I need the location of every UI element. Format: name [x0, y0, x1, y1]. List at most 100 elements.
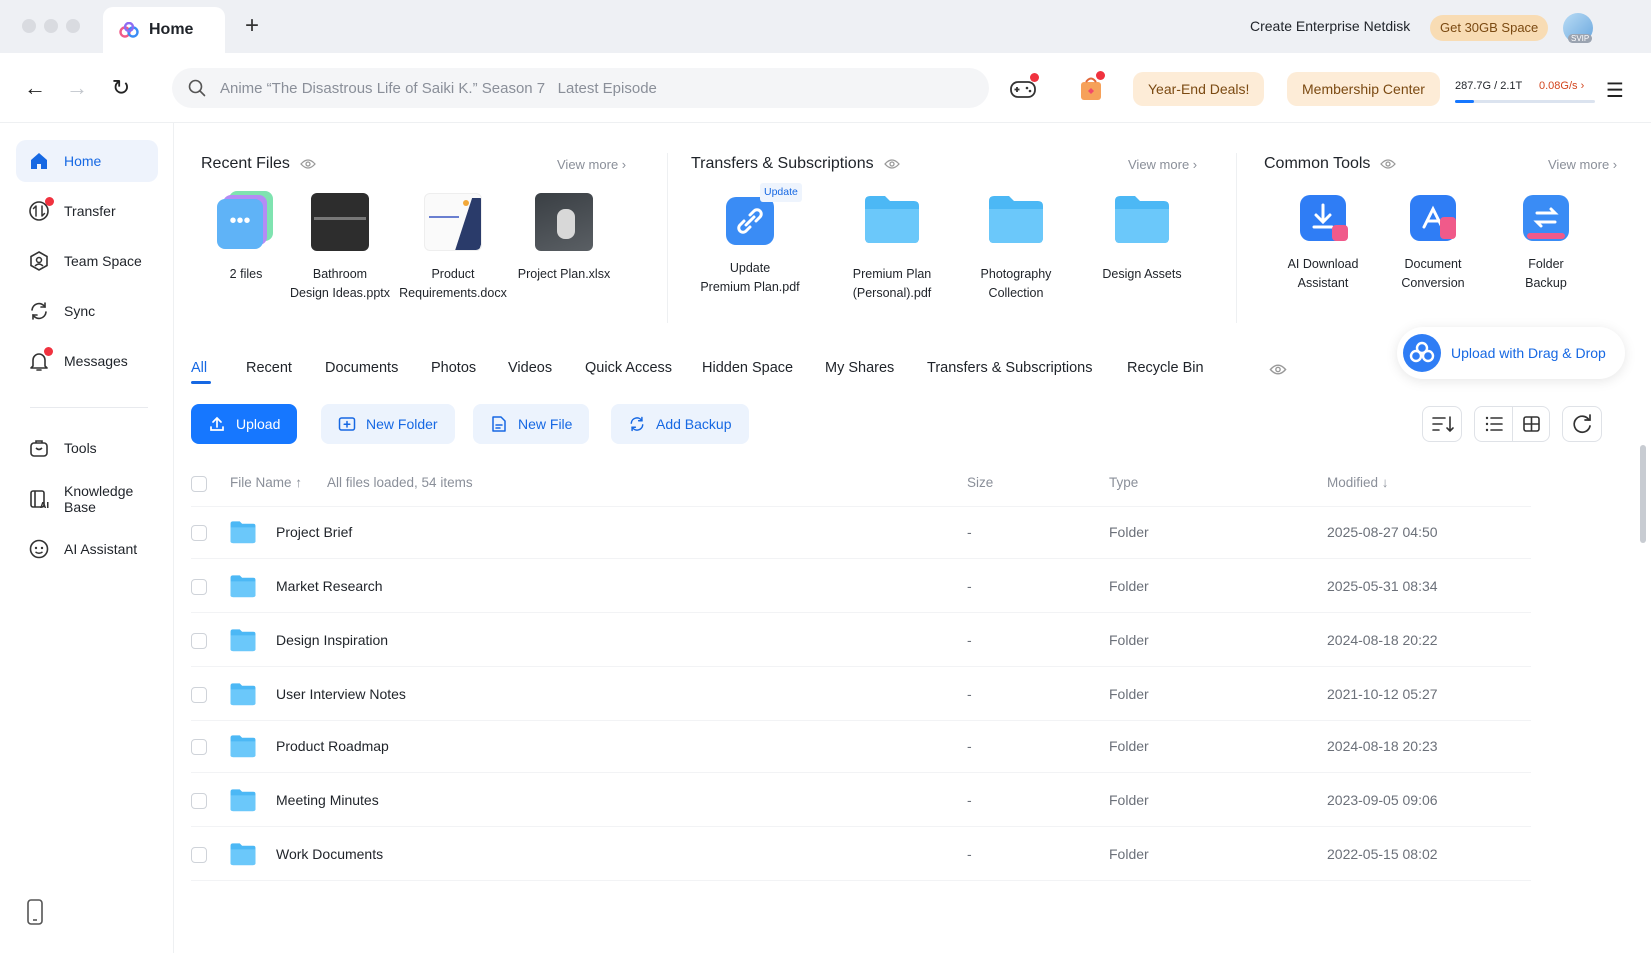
table-row[interactable]: Project Brief - Folder 2025-08-27 04:50: [191, 507, 1531, 559]
load-status: All files loaded, 54 items: [327, 475, 473, 490]
upload-button[interactable]: Upload: [191, 404, 298, 444]
tab-all[interactable]: All: [191, 360, 207, 376]
tab-quick-access[interactable]: Quick Access: [585, 360, 672, 376]
tab-my-shares[interactable]: My Shares: [825, 360, 894, 376]
file-name[interactable]: Project Brief: [276, 524, 352, 540]
row-checkbox[interactable]: [191, 525, 207, 541]
gift-bag-icon[interactable]: [1076, 71, 1106, 103]
view-more-label: View more: [1128, 157, 1190, 172]
refresh-icon[interactable]: ↻: [108, 75, 134, 101]
tab-photos[interactable]: Photos: [431, 360, 476, 376]
sidebar-item-team-space[interactable]: Team Space: [16, 240, 158, 282]
recent-file-card[interactable]: Bathroom Design Ideas.pptx: [280, 193, 400, 303]
column-modified[interactable]: Modified ↓: [1327, 475, 1389, 490]
folder-icon: [230, 735, 256, 758]
new-tab-button[interactable]: +: [240, 12, 264, 40]
table-row[interactable]: Meeting Minutes - Folder 2023-09-05 09:0…: [191, 775, 1531, 827]
sidebar-item-knowledge-base[interactable]: AI Knowledge Base: [16, 478, 158, 520]
add-backup-button[interactable]: Add Backup: [611, 404, 749, 444]
file-name[interactable]: Work Documents: [276, 846, 383, 862]
forward-arrow-icon[interactable]: →: [64, 75, 90, 101]
file-size: -: [967, 738, 972, 754]
new-folder-button[interactable]: New Folder: [321, 404, 455, 444]
new-file-icon: [492, 416, 506, 432]
tab-documents[interactable]: Documents: [325, 360, 398, 376]
tool-card[interactable]: Folder Backup: [1486, 195, 1606, 293]
row-checkbox[interactable]: [191, 739, 207, 755]
table-row[interactable]: User Interview Notes - Folder 2021-10-12…: [191, 669, 1531, 721]
file-name[interactable]: Product Roadmap: [276, 738, 389, 754]
sidebar-item-sync[interactable]: Sync: [16, 290, 158, 332]
file-name[interactable]: Design Inspiration: [276, 632, 388, 648]
sidebar-item-tools[interactable]: Tools: [16, 427, 158, 469]
sidebar-item-home[interactable]: Home: [16, 140, 158, 182]
tab-recycle-bin[interactable]: Recycle Bin: [1127, 360, 1204, 376]
menu-icon[interactable]: ☰: [1606, 78, 1624, 103]
transfers-view-more-link[interactable]: View more ›: [1128, 157, 1197, 172]
tab-videos[interactable]: Videos: [508, 360, 552, 376]
close-window-button[interactable]: [22, 19, 36, 33]
transfer-card[interactable]: Photography Collection: [956, 193, 1076, 303]
back-arrow-icon[interactable]: ←: [22, 75, 48, 101]
year-end-deals-button[interactable]: Year-End Deals!: [1133, 72, 1265, 106]
scrollbar[interactable]: [1640, 445, 1646, 543]
grid-view-icon[interactable]: [1513, 407, 1551, 441]
phone-icon[interactable]: [26, 899, 44, 925]
file-name[interactable]: Meeting Minutes: [276, 792, 379, 808]
search-input[interactable]: [220, 79, 920, 97]
refresh-list-button[interactable]: [1562, 406, 1602, 442]
eye-icon[interactable]: [1380, 158, 1397, 170]
column-type[interactable]: Type: [1109, 475, 1138, 490]
row-checkbox[interactable]: [191, 579, 207, 595]
game-controller-icon[interactable]: [1008, 73, 1039, 103]
search-icon: [188, 79, 206, 97]
transfer-card[interactable]: Update Update Premium Plan.pdf: [690, 183, 810, 297]
row-checkbox[interactable]: [191, 687, 207, 703]
get-space-button[interactable]: Get 30GB Space: [1430, 15, 1549, 41]
file-type: Folder: [1109, 524, 1149, 540]
file-name[interactable]: User Interview Notes: [276, 686, 406, 702]
recent-file-card[interactable]: Product Requirements.docx: [393, 193, 513, 303]
transfer-card[interactable]: Premium Plan (Personal).pdf: [832, 193, 952, 303]
table-row[interactable]: Product Roadmap - Folder 2024-08-18 20:2…: [191, 721, 1531, 773]
tools-view-more-link[interactable]: View more ›: [1548, 157, 1617, 172]
sidebar-item-messages[interactable]: Messages: [16, 340, 158, 382]
table-row[interactable]: Work Documents - Folder 2022-05-15 08:02: [191, 829, 1531, 881]
transfer-speed[interactable]: 0.08G/s ›: [1539, 80, 1584, 92]
sidebar-item-transfer[interactable]: Transfer: [16, 190, 158, 232]
table-row[interactable]: Design Inspiration - Folder 2024-08-18 2…: [191, 615, 1531, 667]
select-all-checkbox[interactable]: [191, 476, 207, 492]
create-enterprise-link[interactable]: Create Enterprise Netdisk: [1250, 18, 1410, 34]
notification-dot: [1096, 71, 1105, 80]
tool-card[interactable]: Document Conversion: [1373, 195, 1493, 293]
column-file-name[interactable]: File Name ↑: [230, 475, 302, 490]
tab-transfers-subscriptions[interactable]: Transfers & Subscriptions: [927, 360, 1092, 376]
tab-recent[interactable]: Recent: [246, 360, 292, 376]
tab-home[interactable]: Home: [103, 7, 225, 53]
eye-icon[interactable]: [1269, 363, 1287, 376]
eye-icon[interactable]: [300, 158, 316, 170]
storage-usage: 287.7G / 2.1T: [1455, 80, 1523, 92]
tab-hidden-space[interactable]: Hidden Space: [702, 360, 793, 376]
table-row[interactable]: Market Research - Folder 2025-05-31 08:3…: [191, 561, 1531, 613]
transfer-card[interactable]: Design Assets: [1082, 193, 1202, 284]
view-more-label: View more: [1548, 157, 1610, 172]
maximize-window-button[interactable]: [66, 19, 80, 33]
list-view-icon[interactable]: [1475, 407, 1513, 441]
recent-view-more-link[interactable]: View more ›: [557, 157, 626, 172]
new-file-button[interactable]: New File: [473, 404, 590, 444]
tool-card[interactable]: AI Download Assistant: [1263, 195, 1383, 293]
sort-button[interactable]: [1422, 406, 1462, 442]
multi-files-icon: •••: [217, 191, 275, 251]
recent-file-card[interactable]: Project Plan.xlsx: [504, 193, 624, 284]
column-size[interactable]: Size: [967, 475, 993, 490]
row-checkbox[interactable]: [191, 793, 207, 809]
row-checkbox[interactable]: [191, 633, 207, 649]
minimize-window-button[interactable]: [44, 19, 58, 33]
membership-center-button[interactable]: Membership Center: [1287, 72, 1440, 106]
eye-icon[interactable]: [883, 158, 900, 170]
upload-drag-drop-button[interactable]: Upload with Drag & Drop: [1397, 327, 1625, 379]
row-checkbox[interactable]: [191, 847, 207, 863]
sidebar-item-ai-assistant[interactable]: AI Assistant: [16, 528, 158, 570]
file-name[interactable]: Market Research: [276, 578, 383, 594]
